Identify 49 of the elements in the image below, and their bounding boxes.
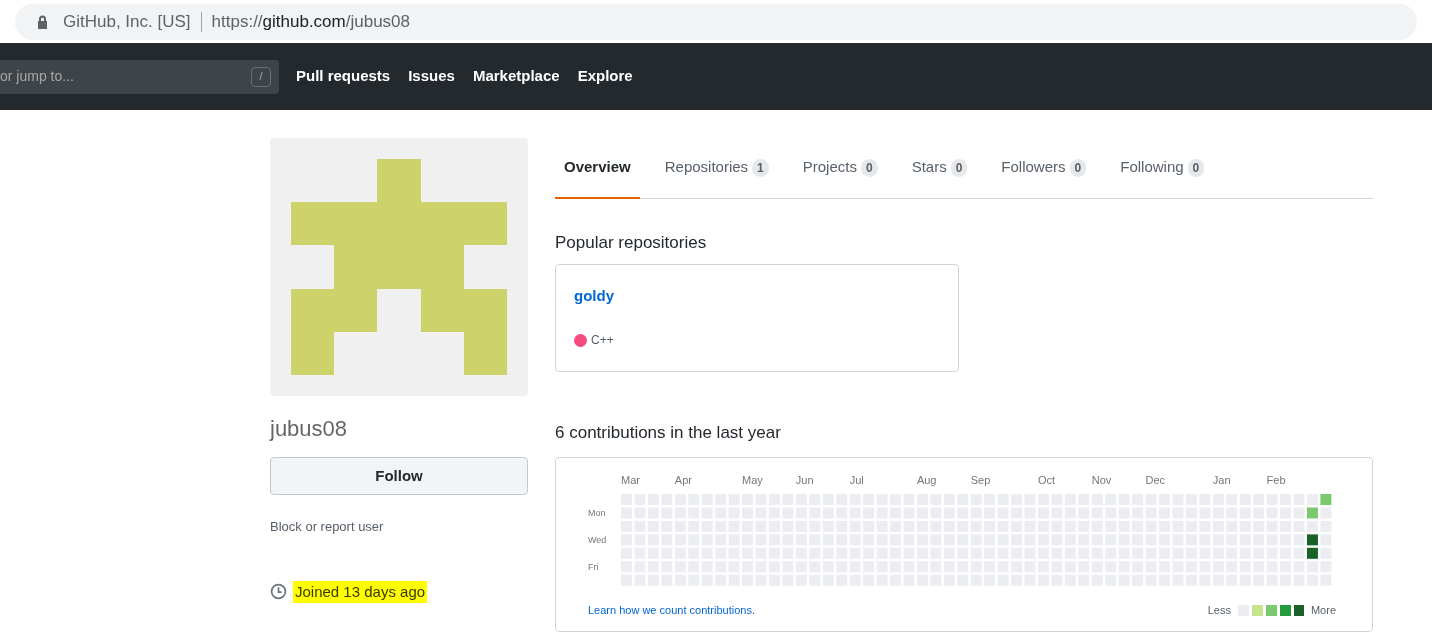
profile-tab[interactable]: Overview bbox=[555, 138, 640, 199]
weekday-label: Wed bbox=[588, 534, 607, 548]
profile-tab[interactable]: Following 0 bbox=[1111, 138, 1214, 199]
lock-icon bbox=[37, 14, 48, 29]
weekday-label: Mon bbox=[588, 507, 606, 521]
section-title: Popular repositories bbox=[555, 232, 708, 254]
legend-less: Less bbox=[1207, 603, 1231, 619]
count-badge: 0 bbox=[1187, 158, 1205, 177]
legend-swatches-drawing bbox=[1237, 604, 1304, 616]
nav-link[interactable]: Issues bbox=[408, 65, 455, 88]
month-label: Aug bbox=[916, 473, 937, 488]
month-label: Jan bbox=[1212, 473, 1231, 488]
month-label: May bbox=[742, 473, 763, 488]
month-label: Oct bbox=[1037, 473, 1056, 488]
section-title: 6 contributions in the last year bbox=[555, 421, 782, 444]
learn-link[interactable]: Learn how we count contributions. bbox=[588, 602, 755, 619]
count-badge: 1 bbox=[752, 158, 769, 177]
profile-tab[interactable]: Followers 0 bbox=[992, 138, 1096, 199]
site-identity: GitHub, Inc. [US] bbox=[63, 10, 191, 33]
profile-tab[interactable]: Stars 0 bbox=[902, 138, 977, 199]
language-label: C++ bbox=[591, 332, 614, 349]
nav-link[interactable]: Marketplace bbox=[472, 65, 560, 88]
username: jubus08 bbox=[270, 415, 349, 443]
month-label: Dec bbox=[1145, 473, 1166, 488]
nav-link[interactable]: Pull requests bbox=[296, 65, 391, 88]
repo-link[interactable]: goldy bbox=[574, 284, 940, 307]
profile-tab[interactable]: Repositories 1 bbox=[655, 138, 778, 199]
follow-button[interactable]: Follow bbox=[270, 457, 528, 495]
month-label: Jul bbox=[849, 473, 864, 488]
search-field[interactable]: or jump to... / bbox=[0, 59, 279, 94]
month-label: Sep bbox=[970, 473, 991, 488]
profile-tab[interactable]: Projects 0 bbox=[793, 138, 887, 199]
shortcut-key: / bbox=[251, 66, 271, 87]
nav-link[interactable]: Explore bbox=[577, 65, 633, 88]
count-badge: 0 bbox=[950, 158, 968, 177]
month-label: Jun bbox=[795, 473, 814, 488]
address-bar[interactable]: GitHub, Inc. [US] https://github.com/jubus08 bbox=[15, 3, 1417, 40]
clock-icon bbox=[270, 583, 287, 601]
weekday-label: Fri bbox=[588, 561, 599, 575]
month-label: Nov bbox=[1091, 473, 1112, 488]
month-label: Mar bbox=[621, 473, 640, 488]
month-label: Feb bbox=[1266, 473, 1286, 488]
joined-date: Joined 13 days ago bbox=[293, 580, 428, 603]
month-label: Apr bbox=[674, 473, 692, 488]
url-text: https://github.com/jubus08 bbox=[211, 10, 411, 33]
count-badge: 0 bbox=[1069, 158, 1087, 177]
block-link[interactable]: Block or report user bbox=[270, 517, 528, 537]
count-badge: 0 bbox=[860, 158, 878, 177]
legend-more: More bbox=[1310, 603, 1336, 619]
